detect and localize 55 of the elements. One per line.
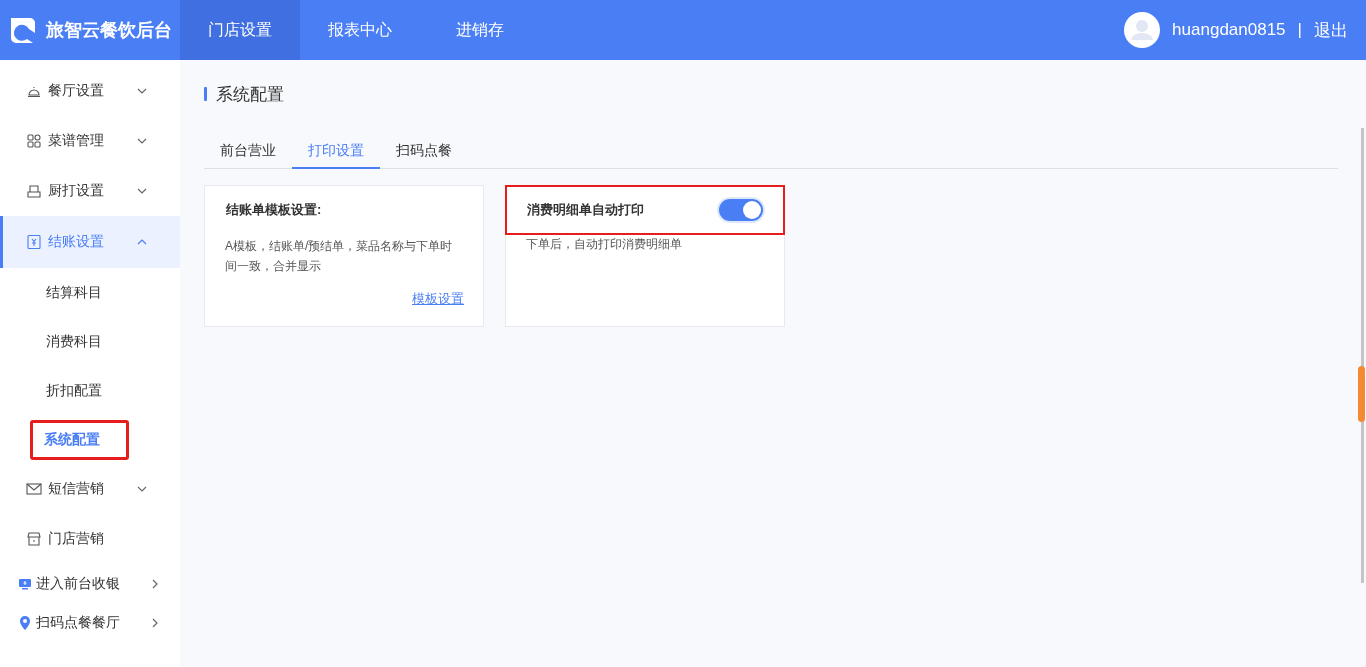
chevron-icon [152, 617, 158, 628]
sidebar-label: 进入前台收银 [36, 574, 121, 593]
chevron-icon [137, 88, 147, 94]
card-description: 下单后，自动打印消费明细单 [525, 236, 683, 253]
sidebar-label: 短信营销 [48, 480, 105, 498]
sidebar-item[interactable]: 厨打设置 [0, 166, 180, 216]
logout-link[interactable]: 退出 [1314, 18, 1348, 42]
sidebar-label: 菜谱管理 [48, 132, 105, 150]
card-description: A模板，结账单/预结单，菜品名称与下单时间一致，合并显示 [224, 238, 454, 275]
sidebar-subitem[interactable]: 折扣配置 [30, 370, 118, 411]
card-title: 结账单模板设置: [226, 201, 322, 219]
grid-icon [26, 134, 42, 148]
tab[interactable]: 打印设置 [292, 135, 380, 169]
sidebar-link[interactable]: 进入前台收银 [0, 564, 180, 603]
sidebar-label: 门店营销 [48, 530, 105, 548]
brand-name: 旅智云餐饮后台 [46, 19, 172, 42]
chevron-icon [137, 239, 147, 245]
chevron-icon [137, 188, 147, 194]
bell-icon [26, 84, 42, 98]
chevron-icon [137, 486, 147, 492]
sidebar-item[interactable]: 门店营销 [0, 514, 180, 564]
sidebar-subitem[interactable]: 结算科目 [30, 272, 118, 313]
avatar-icon[interactable] [1124, 12, 1161, 48]
sidebar-item[interactable]: 菜谱管理 [0, 116, 180, 166]
location-pin-icon [19, 615, 31, 630]
separator: | [1297, 20, 1302, 40]
sidebar-label: 餐厅设置 [48, 82, 105, 100]
printer-icon [26, 184, 42, 198]
sidebar-label: 扫码点餐餐厅 [36, 613, 121, 632]
template-settings-link[interactable]: 模板设置 [412, 291, 464, 306]
receipt-icon [26, 234, 42, 250]
nav-tab[interactable]: 报表中心 [300, 0, 420, 60]
nav-tab[interactable]: 进销存 [420, 0, 540, 60]
username: huangdan0815 [1172, 20, 1286, 40]
card-title: 消费明细单自动打印 [527, 201, 644, 219]
sidebar-label: 结账设置 [48, 233, 105, 251]
monitor-icon [19, 577, 31, 590]
nav-tab[interactable]: 门店设置 [180, 0, 300, 60]
shop-icon [26, 532, 42, 546]
logo-icon [8, 15, 38, 45]
sidebar-link[interactable]: 扫码点餐餐厅 [0, 603, 180, 642]
sidebar-subitem[interactable]: 消费科目 [30, 321, 118, 362]
title-accent-bar [204, 87, 207, 101]
chevron-icon [152, 578, 158, 589]
sidebar-subitem[interactable]: 系统配置 [30, 419, 129, 460]
sidebar-item[interactable]: 短信营销 [0, 464, 180, 514]
chevron-icon [137, 138, 147, 144]
sidebar-label: 厨打设置 [48, 182, 105, 200]
scrollbar-thumb[interactable] [1358, 366, 1365, 422]
mail-icon [26, 482, 42, 496]
tab[interactable]: 扫码点餐 [380, 135, 468, 169]
sidebar-item[interactable]: 餐厅设置 [0, 66, 180, 116]
toggle-switch[interactable] [719, 199, 763, 221]
page-title: 系统配置 [216, 83, 284, 106]
tab[interactable]: 前台营业 [204, 135, 292, 169]
